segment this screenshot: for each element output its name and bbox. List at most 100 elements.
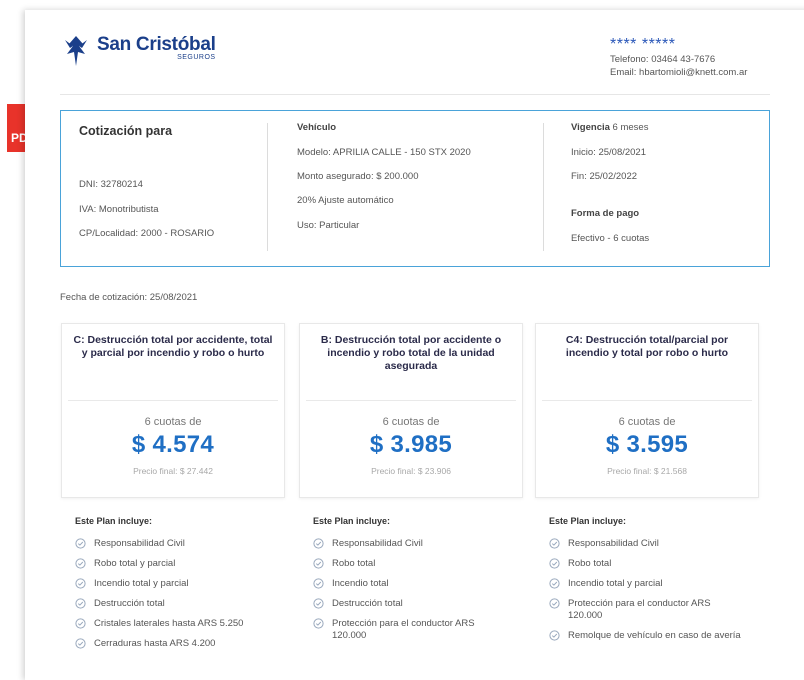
list-item-text: Protección para el conductor ARS 120.000 [568,598,711,621]
check-circle-icon [549,558,560,569]
list-item: Robo total [313,558,521,570]
validity-value: 6 meses [612,122,649,133]
quote-date: Fecha de cotización: 25/08/2021 [60,292,198,303]
list-item: Destrucción total [313,598,521,610]
contact-block: **** ***** Telefono: 03464 43-7676 Email… [610,36,747,79]
plan-final-price: Precio final: $ 23.906 [371,466,451,476]
quote-for-title: Cotización para [79,124,173,138]
plan-installment-price: $ 3.595 [605,431,689,458]
vehicle-model: Modelo: APRILIA CALLE - 150 STX 2020 [297,147,471,158]
plan-installments-label: 6 cuotas de [618,416,676,428]
list-item: Cerraduras hasta ARS 4.200 [75,638,283,650]
validity-label: Vigencia [571,122,610,133]
plan-card-c[interactable]: C: Destrucción total por accidente, tota… [61,323,285,498]
list-item-text: Destrucción total [94,598,165,609]
list-item-text: Responsabilidad Civil [94,538,185,549]
list-item-text: Responsabilidad Civil [568,538,659,549]
plan-installments-label: 6 cuotas de [144,416,202,428]
list-item-text: Incendio total y parcial [568,578,663,589]
list-item-text: Robo total y parcial [94,558,176,569]
agent-name-masked: **** ***** [610,36,676,53]
insured-amount: Monto asegurado: $ 200.000 [297,171,419,182]
payment-label: Forma de pago [571,208,640,219]
includes-title: Este Plan incluye: [75,516,153,526]
list-item: Incendio total y parcial [75,578,283,590]
plan-final-price: Precio final: $ 27.442 [133,466,213,476]
client-iva: IVA: Monotributista [79,204,159,215]
document-header: San Cristóbal SEGUROS **** ***** Telefon… [25,10,785,98]
list-item-text: Responsabilidad Civil [332,538,423,549]
san-cristobal-logo: San Cristóbal SEGUROS [61,34,216,68]
list-item-text: Cristales laterales hasta ARS 5.250 [94,618,244,629]
plan-installments-label: 6 cuotas de [382,416,440,428]
includes-list: Responsabilidad Civil Robo total y parci… [61,538,283,650]
list-item: Protección para el conductor ARS 120.000 [313,618,521,642]
plan-title: C: Destrucción total por accidente, tota… [73,334,273,359]
validity-column: Vigencia 6 meses Inicio: 25/08/2021 Fin:… [571,111,761,266]
plan-final-price: Precio final: $ 21.568 [607,466,687,476]
header-divider [60,94,770,95]
check-circle-icon [313,558,324,569]
auto-adjustment: 20% Ajuste automático [297,195,394,206]
logo-emblem-icon [65,36,87,66]
start-date: Inicio: 25/08/2021 [571,147,647,158]
check-circle-icon [75,638,86,649]
plan-includes-c4: Este Plan incluye: Responsabilidad Civil… [535,516,757,650]
includes-title: Este Plan incluye: [313,516,391,526]
check-circle-icon [549,578,560,589]
list-item-text: Robo total [332,558,376,569]
plan-card-b[interactable]: B: Destrucción total por accidente o inc… [299,323,523,498]
list-item: Robo total [549,558,757,570]
client-location: CP/Localidad: 2000 - ROSARIO [79,228,215,239]
plan-installment-price: $ 3.985 [369,431,453,458]
vehicle-label: Vehículo [297,122,337,133]
vehicle-column: Vehículo Modelo: APRILIA CALLE - 150 STX… [297,111,547,266]
list-item-text: Remolque de vehículo en caso de avería [568,630,741,641]
check-circle-icon [549,538,560,549]
brand-name: San Cristóbal [97,34,216,55]
list-item-text: Protección para el conductor ARS 120.000 [332,618,475,641]
list-item: Responsabilidad Civil [549,538,757,550]
validity: Vigencia 6 meses [571,122,648,133]
check-circle-icon [313,538,324,549]
contact-phone: Telefono: 03464 43-7676 [610,54,716,65]
plan-card-c4[interactable]: C4: Destrucción total/parcial por incend… [535,323,759,498]
plan-title: C4: Destrucción total/parcial por incend… [565,334,729,359]
payment-value: Efectivo - 6 cuotas [571,233,650,244]
check-circle-icon [75,618,86,629]
check-circle-icon [75,598,86,609]
list-item: Responsabilidad Civil [313,538,521,550]
list-item: Destrucción total [75,598,283,610]
check-circle-icon [75,578,86,589]
list-item: Cristales laterales hasta ARS 5.250 [75,618,283,630]
client-column: Cotización para DNI: 32780214 IVA: Monot… [79,111,259,266]
includes-list: Responsabilidad Civil Robo total Incendi… [535,538,757,642]
list-item: Incendio total y parcial [549,578,757,590]
list-item: Incendio total [313,578,521,590]
list-item-text: Incendio total [332,578,389,589]
plan-includes-b: Este Plan incluye: Responsabilidad Civil… [299,516,521,650]
list-item: Responsabilidad Civil [75,538,283,550]
vehicle-use: Uso: Particular [297,220,360,231]
check-circle-icon [313,618,324,629]
list-item-text: Destrucción total [332,598,403,609]
check-circle-icon [75,538,86,549]
list-item: Remolque de vehículo en caso de avería [549,630,757,642]
plan-includes-c: Este Plan incluye: Responsabilidad Civil… [61,516,283,658]
check-circle-icon [549,630,560,641]
client-dni: DNI: 32780214 [79,179,143,190]
includes-list: Responsabilidad Civil Robo total Incendi… [299,538,521,642]
quote-info-box: Cotización para DNI: 32780214 IVA: Monot… [60,110,770,267]
check-circle-icon [549,598,560,609]
check-circle-icon [75,558,86,569]
contact-email: Email: hbartomioli@knett.com.ar [610,67,748,78]
plan-installment-price: $ 4.574 [131,431,215,458]
column-divider [267,123,268,251]
plan-title: B: Destrucción total por accidente o inc… [320,334,502,372]
end-date: Fin: 25/02/2022 [571,171,638,182]
list-item-text: Cerraduras hasta ARS 4.200 [94,638,216,649]
list-item: Protección para el conductor ARS 120.000 [549,598,757,622]
plan-divider [542,400,752,401]
list-item-text: Robo total [568,558,612,569]
plan-divider [306,400,516,401]
